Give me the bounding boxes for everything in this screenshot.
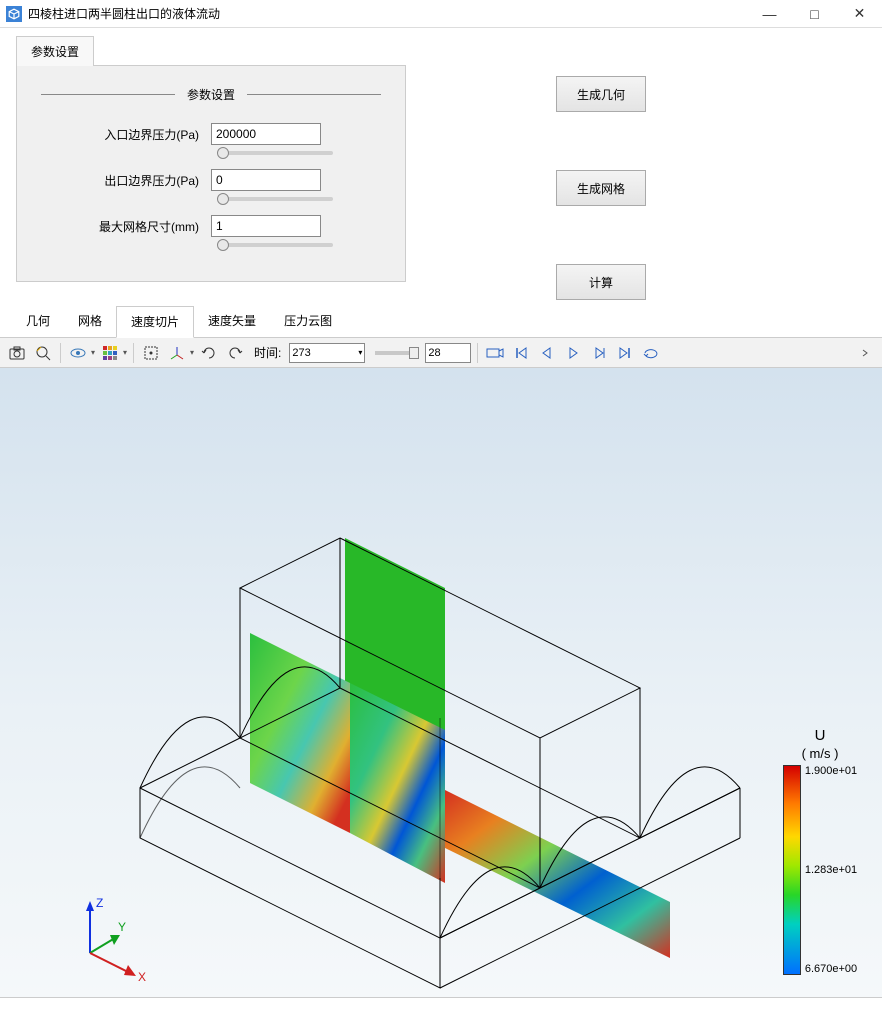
chevron-down-icon[interactable]: ▾ (123, 348, 127, 357)
minimize-button[interactable]: — (747, 0, 792, 28)
axes-triad: Z Y X (60, 893, 150, 983)
tab-param-settings[interactable]: 参数设置 (16, 36, 94, 66)
param-tab-strip: 参数设置 (0, 28, 882, 66)
next-frame-icon[interactable] (588, 342, 610, 364)
tab-pressure-contour[interactable]: 压力云图 (270, 306, 346, 337)
inlet-pressure-label: 入口边界压力(Pa) (41, 126, 211, 143)
rotate-cw-icon[interactable] (224, 342, 246, 364)
rotate-ccw-icon[interactable] (198, 342, 220, 364)
colormap-icon[interactable] (99, 342, 121, 364)
chevron-down-icon[interactable]: ▾ (91, 348, 95, 357)
maximize-button[interactable]: □ (792, 0, 837, 28)
viewer-toolbar: ▾ ▾ ▾ 时间: 273▾ (0, 338, 882, 368)
time-label: 时间: (254, 344, 281, 361)
tab-mesh[interactable]: 网格 (64, 306, 116, 337)
close-button[interactable]: ✕ (837, 0, 882, 28)
legend-tick-max: 1.900e+01 (805, 765, 857, 777)
color-legend: U ( m/s ) 1.900e+01 1.283e+01 6.670e+00 (780, 727, 860, 975)
svg-text:Z: Z (96, 896, 103, 910)
visibility-icon[interactable] (67, 342, 89, 364)
first-frame-icon[interactable] (510, 342, 532, 364)
svg-text:X: X (138, 970, 146, 983)
prev-frame-icon[interactable] (536, 342, 558, 364)
frame-input[interactable] (425, 343, 471, 363)
legend-title: U (780, 727, 860, 744)
point-pick-icon[interactable] (140, 342, 162, 364)
generate-geometry-button[interactable]: 生成几何 (556, 76, 646, 112)
max-mesh-label: 最大网格尺寸(mm) (41, 218, 211, 235)
result-tab-strip: 几何 网格 速度切片 速度矢量 压力云图 (0, 306, 882, 338)
model-render (50, 418, 770, 998)
param-panel: 参数设置 入口边界压力(Pa) 出口边界压力(Pa) 最大网格尺寸(mm) (16, 65, 406, 282)
outlet-pressure-label: 出口边界压力(Pa) (41, 172, 211, 189)
window-title: 四棱柱进口两半圆柱出口的液体流动 (28, 5, 747, 22)
legend-tick-mid: 1.283e+01 (805, 864, 857, 876)
outlet-pressure-slider[interactable] (223, 197, 333, 201)
play-icon[interactable] (562, 342, 584, 364)
tab-velocity-vector[interactable]: 速度矢量 (194, 306, 270, 337)
snapshot-icon[interactable] (6, 342, 28, 364)
compute-button[interactable]: 计算 (556, 264, 646, 300)
param-area: 参数设置 入口边界压力(Pa) 出口边界压力(Pa) 最大网格尺寸(mm) 生成… (0, 66, 882, 300)
inlet-pressure-slider[interactable] (223, 151, 333, 155)
time-select[interactable]: 273▾ (289, 343, 365, 363)
loop-icon[interactable] (640, 342, 662, 364)
inlet-pressure-input[interactable] (211, 123, 321, 145)
svg-text:Y: Y (118, 920, 126, 934)
tab-geometry[interactable]: 几何 (12, 306, 64, 337)
param-panel-header: 参数设置 (41, 86, 381, 103)
chevron-down-icon[interactable]: ▾ (190, 348, 194, 357)
action-buttons: 生成几何 生成网格 计算 (556, 66, 646, 300)
outlet-pressure-input[interactable] (211, 169, 321, 191)
tab-velocity-slice[interactable]: 速度切片 (116, 306, 194, 338)
legend-color-bar (783, 765, 801, 975)
zoom-reset-icon[interactable] (32, 342, 54, 364)
viewport-3d[interactable]: Z Y X U ( m/s ) 1.900e+01 1.283e+01 6.67… (0, 368, 882, 998)
axes-triad-icon[interactable] (166, 342, 188, 364)
max-mesh-input[interactable] (211, 215, 321, 237)
max-mesh-slider[interactable] (223, 243, 333, 247)
legend-unit: ( m/s ) (780, 746, 860, 761)
record-icon[interactable] (484, 342, 506, 364)
app-icon (6, 6, 22, 22)
time-slider[interactable] (375, 351, 415, 355)
last-frame-icon[interactable] (614, 342, 636, 364)
more-icon[interactable] (854, 342, 876, 364)
param-panel-title: 参数设置 (175, 86, 247, 103)
legend-tick-low: 6.670e+00 (805, 963, 857, 975)
title-bar: 四棱柱进口两半圆柱出口的液体流动 — □ ✕ (0, 0, 882, 28)
generate-mesh-button[interactable]: 生成网格 (556, 170, 646, 206)
